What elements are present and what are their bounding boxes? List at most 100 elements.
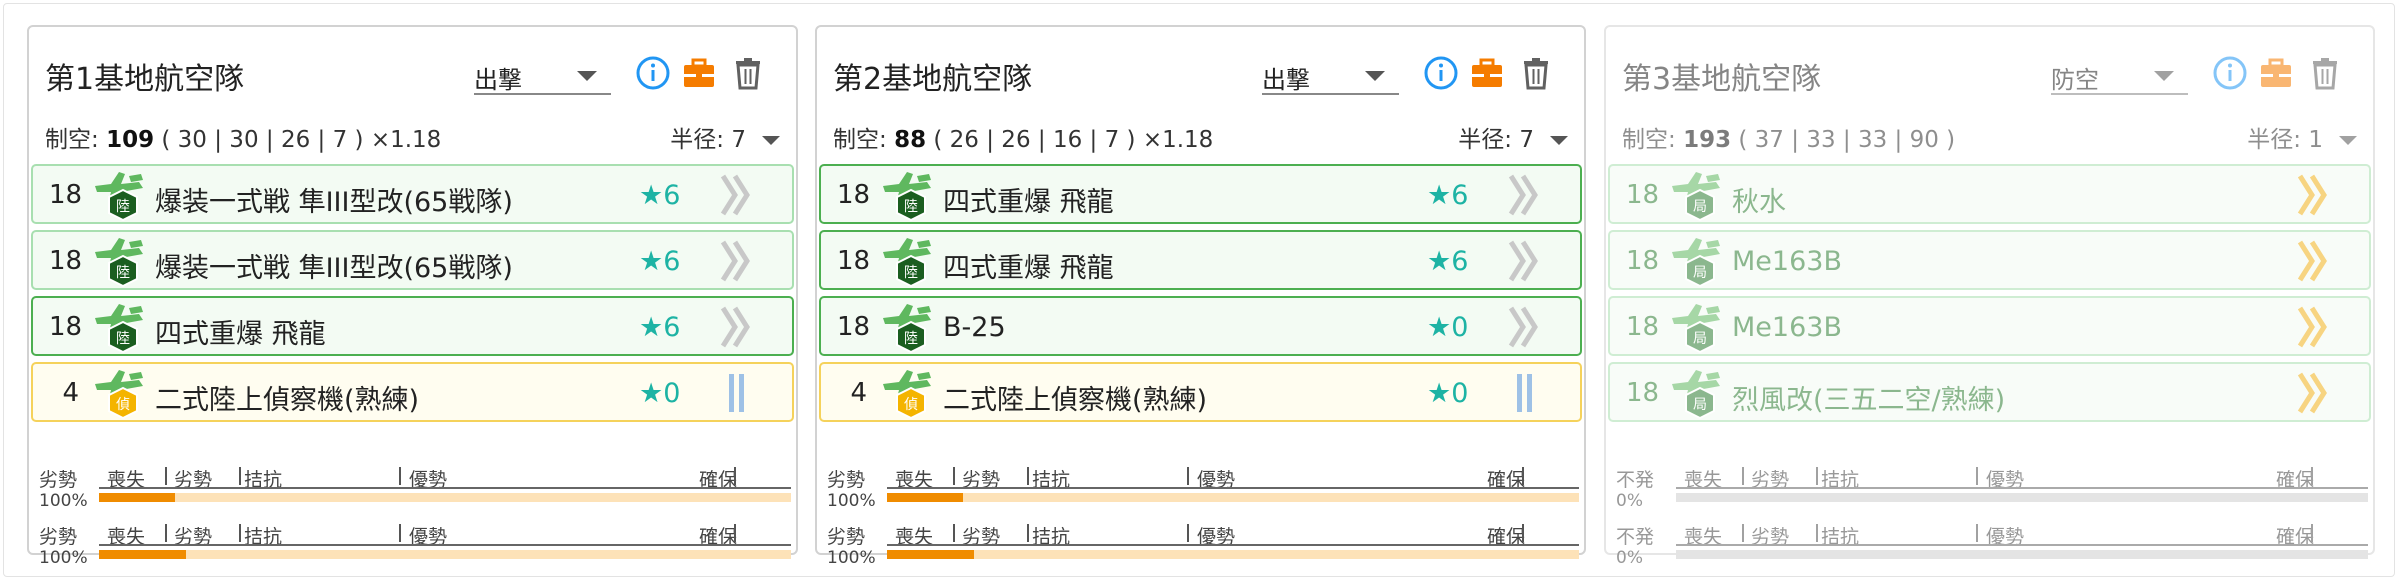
air-power-stats: 制空: 109 ( 30 | 30 | 26 | 7 ) ×1.18 [45, 120, 441, 154]
info-icon[interactable] [1421, 53, 1461, 93]
slot-count[interactable]: 18 [1626, 312, 1664, 342]
air-state-label: 劣勢 [39, 526, 78, 548]
plane-icon: 陸 [879, 300, 935, 354]
air-state-percent: 100% [827, 491, 876, 511]
equipment-slot[interactable]: 18 陸 四式重爆 飛龍 ★6 [819, 164, 1582, 224]
scale-tick [1816, 524, 1818, 542]
svg-text:局: 局 [1693, 331, 1707, 347]
equipment-slot[interactable]: 18 陸 四式重爆 飛龍 ★6 [31, 296, 794, 356]
proficiency-bars-icon[interactable] [1505, 370, 1545, 416]
slot-count[interactable]: 18 [1626, 246, 1664, 276]
equipment-slot[interactable]: 4 偵 二式陸上偵察機(熟練) ★0 [31, 362, 794, 422]
chevron-right-icon[interactable] [717, 172, 757, 218]
equipment-slot[interactable]: 18 局 烈風改(三五二空/熟練) [1608, 362, 2371, 422]
slot-count[interactable]: 4 [831, 378, 867, 408]
info-icon[interactable] [2210, 53, 2250, 93]
air-state-bar: 劣勢 100% 喪失 劣勢 拮抗 優勢 確保 [827, 522, 1579, 572]
equipment-name[interactable]: 爆装一式戦 隼III型改(65戦隊) [155, 246, 513, 285]
chevron-right-icon[interactable] [2294, 238, 2334, 284]
chevron-right-icon[interactable] [2294, 370, 2334, 416]
slot-count[interactable]: 4 [43, 378, 79, 408]
briefcase-icon[interactable] [2256, 53, 2296, 93]
mode-select[interactable]: 出撃 [474, 55, 611, 95]
proficiency-bars-icon[interactable] [717, 370, 757, 416]
improvement-star: ★6 [639, 312, 681, 343]
equipment-name[interactable]: 四式重爆 飛龍 [943, 180, 1114, 219]
chevron-right-icon[interactable] [2294, 172, 2334, 218]
chevron-right-icon[interactable] [1505, 172, 1545, 218]
trash-icon[interactable] [2305, 53, 2345, 93]
svg-text:陸: 陸 [116, 331, 130, 347]
trash-icon[interactable] [1516, 53, 1556, 93]
briefcase-icon[interactable] [679, 53, 719, 93]
radius-value: 7 [731, 127, 746, 153]
air-state-percent: 100% [827, 548, 876, 568]
radius-select[interactable]: 半径: 1 [2247, 120, 2357, 154]
equipment-name[interactable]: 二式陸上偵察機(熟練) [943, 378, 1207, 417]
equipment-slot[interactable]: 18 局 Me163B [1608, 296, 2371, 356]
equipment-slot[interactable]: 18 陸 B-25 ★0 [819, 296, 1582, 356]
svg-text:偵: 偵 [116, 397, 130, 413]
equipment-name[interactable]: 爆装一式戦 隼III型改(65戦隊) [155, 180, 513, 219]
improvement-star: ★6 [639, 180, 681, 211]
equipment-name[interactable]: 二式陸上偵察機(熟練) [155, 378, 419, 417]
svg-text:局: 局 [1693, 397, 1707, 413]
equipment-name[interactable]: Me163B [1732, 246, 1842, 277]
radius-select[interactable]: 半径: 7 [670, 120, 780, 154]
equipment-slot[interactable]: 18 陸 四式重爆 飛龍 ★6 [819, 230, 1582, 290]
equipment-name[interactable]: 四式重爆 飛龍 [155, 312, 326, 351]
svg-text:陸: 陸 [904, 331, 918, 347]
air-power-value: 193 [1683, 127, 1732, 153]
air-power-value: 88 [894, 127, 927, 153]
equipment-name[interactable]: 秋水 [1732, 180, 1786, 219]
plane-icon: 局 [1668, 234, 1724, 288]
chevron-down-icon [577, 71, 597, 81]
briefcase-icon[interactable] [1467, 53, 1507, 93]
svg-text:陸: 陸 [904, 265, 918, 281]
air-state-track [99, 493, 791, 502]
slot-count[interactable]: 18 [837, 312, 875, 342]
equipment-slot[interactable]: 18 陸 爆装一式戦 隼III型改(65戦隊) ★6 [31, 164, 794, 224]
equipment-name[interactable]: 四式重爆 飛龍 [943, 246, 1114, 285]
air-state-label: 不発 [1616, 469, 1655, 491]
radius-select[interactable]: 半径: 7 [1458, 120, 1568, 154]
mode-select[interactable]: 出撃 [1262, 55, 1399, 95]
info-icon[interactable] [633, 53, 673, 93]
air-power-label: 制空: [45, 127, 107, 153]
chevron-down-icon [2339, 136, 2357, 145]
slot-count[interactable]: 18 [1626, 180, 1664, 210]
air-state-track [887, 550, 1579, 559]
chevron-right-icon[interactable] [1505, 304, 1545, 350]
air-power-stats: 制空: 193 ( 37 | 33 | 33 | 90 ) [1622, 120, 1955, 154]
slot-count[interactable]: 18 [49, 246, 87, 276]
equipment-name[interactable]: 烈風改(三五二空/熟練) [1732, 378, 2005, 417]
equipment-name[interactable]: B-25 [943, 312, 1006, 343]
svg-text:局: 局 [1693, 265, 1707, 281]
chevron-down-icon [762, 136, 780, 145]
slot-count[interactable]: 18 [837, 180, 875, 210]
chevron-right-icon[interactable] [717, 238, 757, 284]
scale-baseline [887, 544, 1579, 546]
improvement-star: ★0 [639, 378, 681, 409]
air-state-track [1676, 493, 2368, 502]
equipment-slot[interactable]: 4 偵 二式陸上偵察機(熟練) ★0 [819, 362, 1582, 422]
mode-select[interactable]: 防空 [2051, 55, 2188, 95]
svg-text:局: 局 [1693, 199, 1707, 215]
plane-icon: 陸 [879, 168, 935, 222]
equipment-slot[interactable]: 18 局 Me163B [1608, 230, 2371, 290]
slot-count[interactable]: 18 [49, 180, 87, 210]
slot-count[interactable]: 18 [49, 312, 87, 342]
scale-tick [1522, 467, 1524, 485]
air-state-label: 不発 [1616, 526, 1655, 548]
chevron-right-icon[interactable] [717, 304, 757, 350]
chevron-right-icon[interactable] [1505, 238, 1545, 284]
slot-count[interactable]: 18 [837, 246, 875, 276]
equipment-slot[interactable]: 18 陸 爆装一式戦 隼III型改(65戦隊) ★6 [31, 230, 794, 290]
slot-count[interactable]: 18 [1626, 378, 1664, 408]
trash-icon[interactable] [728, 53, 768, 93]
equipment-slot[interactable]: 18 局 秋水 [1608, 164, 2371, 224]
equipment-name[interactable]: Me163B [1732, 312, 1842, 343]
chevron-right-icon[interactable] [2294, 304, 2334, 350]
plane-icon: 偵 [879, 366, 935, 420]
air-state-bar: 劣勢 100% 喪失 劣勢 拮抗 優勢 確保 [39, 522, 791, 572]
